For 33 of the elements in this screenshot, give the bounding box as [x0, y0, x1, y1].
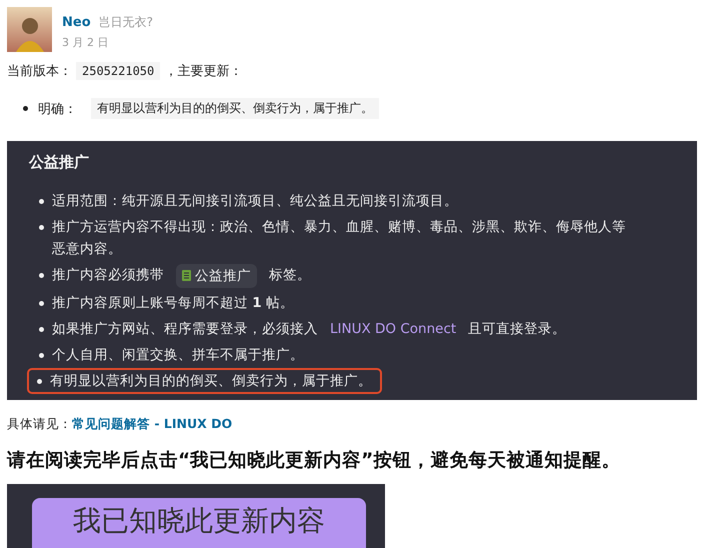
version-label: 当前版本：	[7, 63, 72, 80]
rule-text: 个人自用、闲置交换、拼车不属于推广。	[52, 346, 304, 365]
bullet-icon	[37, 379, 42, 384]
notice-text: 请在阅读完毕后点击“我已知晓此更新内容”按钮，避免每天被通知提醒。	[7, 448, 622, 472]
rule-text: 且可直接登录。	[468, 320, 566, 339]
bullet-icon	[39, 273, 44, 278]
post-date: 3 月 2 日	[62, 35, 110, 50]
bullet-icon	[39, 353, 44, 358]
rule-text: 适用范围：纯开源且无间接引流项目、纯公益且无间接引流项目。	[52, 192, 458, 211]
bullet-icon	[39, 327, 44, 332]
tag-label: 公益推广	[176, 264, 257, 288]
bullet-icon	[23, 106, 28, 111]
user-title: 岂日无衣?	[98, 14, 154, 31]
username: Neo	[62, 15, 91, 30]
version-code: 2505221050	[76, 62, 160, 80]
rule-text: 标签。	[269, 266, 311, 285]
document-icon	[182, 270, 191, 281]
rule-text: 推广方运营内容不得出现：政治、色情、暴力、血腥、赌博、毒品、涉黑、欺诈、侮辱他人等恶意内容。	[52, 218, 627, 259]
rules-heading: 公益推广	[29, 153, 90, 172]
faq-link[interactable]: 常见问题解答 - LINUX DO	[72, 416, 232, 431]
bullet-icon	[39, 225, 44, 230]
connect-link[interactable]: LINUX DO Connect	[330, 318, 456, 340]
rule-text: 如果推广方网站、程序需要登录，必须接入	[52, 320, 318, 339]
updates-label: ，主要更新：	[164, 63, 242, 80]
acknowledge-button[interactable]: 我已知晓此更新内容	[32, 498, 366, 548]
update-code: 有明显以营利为目的的倒买、倒卖行为，属于推广。	[91, 98, 379, 119]
details-label: 具体请见：	[7, 416, 72, 431]
rule-text: 推广内容原则上账号每周不超过 1 帖。	[52, 294, 294, 313]
update-label: 明确：	[38, 100, 77, 118]
rule-text: 有明显以营利为目的的倒买、倒卖行为，属于推广。	[50, 372, 372, 391]
bullet-icon	[39, 301, 44, 306]
bullet-icon	[39, 199, 44, 204]
rule-text: 推广内容必须携带	[52, 266, 164, 285]
